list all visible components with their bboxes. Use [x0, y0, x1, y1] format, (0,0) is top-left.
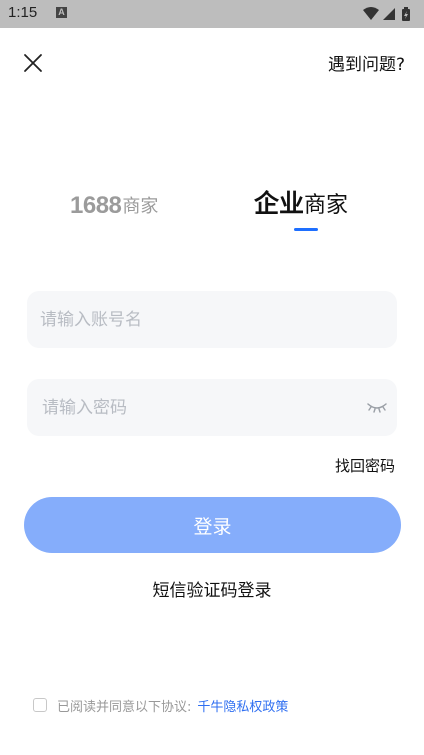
tab-1688-merchant[interactable]: 1688 商家 [70, 186, 158, 220]
status-time: 1:15 [8, 4, 38, 21]
status-icons [362, 6, 414, 22]
signal-icon [383, 8, 395, 20]
active-tab-indicator [294, 228, 318, 231]
agreement-checkbox[interactable] [33, 698, 47, 712]
battery-icon [402, 7, 410, 21]
agreement-text: 已阅读并同意以下协议: [57, 699, 192, 715]
password-visibility-toggle[interactable] [366, 398, 388, 416]
tab-enterprise-strong: 企业 [254, 189, 305, 218]
account-input[interactable] [27, 291, 397, 348]
agreement-row: 已阅读并同意以下协议: 千牛隐私权政策 [33, 696, 288, 715]
tab-enterprise-suffix: 商家 [304, 193, 349, 218]
help-link[interactable]: 遇到问题? [328, 50, 405, 75]
close-button[interactable] [18, 48, 48, 78]
privacy-policy-link[interactable]: 千牛隐私权政策 [197, 696, 288, 715]
tab-1688-suffix: 商家 [122, 196, 159, 217]
close-icon [24, 54, 42, 72]
wifi-icon [363, 7, 379, 20]
tab-1688-strong: 1688 [70, 192, 122, 219]
eye-closed-icon [367, 403, 387, 413]
status-bar: 1:15 A [0, 0, 424, 28]
sms-login-link[interactable]: 短信验证码登录 [0, 576, 424, 601]
password-input[interactable] [27, 379, 397, 436]
forgot-password-link[interactable]: 找回密码 [335, 455, 395, 476]
notification-icon: A [56, 7, 67, 18]
tab-enterprise-merchant[interactable]: 企业 商家 [254, 186, 348, 220]
login-button[interactable]: 登录 [24, 497, 401, 553]
